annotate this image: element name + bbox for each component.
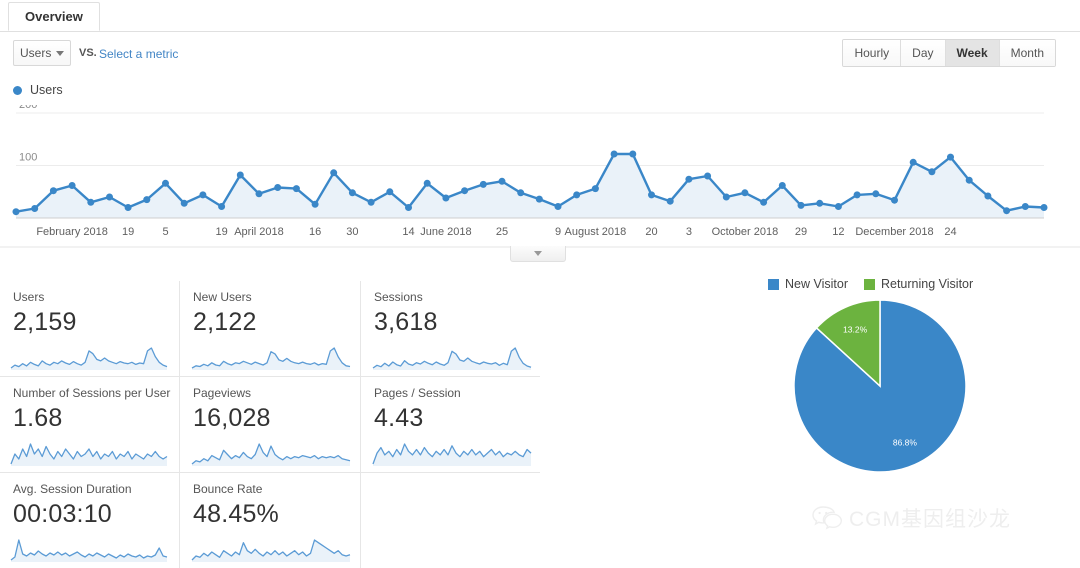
pie-chart-plot-area[interactable]: 86.8% 13.2%: [792, 298, 972, 483]
svg-text:25: 25: [496, 226, 508, 238]
metric-cards-row-2: Number of Sessions per User 1.68 Pagevie…: [0, 377, 540, 473]
svg-text:August 2018: August 2018: [565, 226, 627, 238]
metric-card-bounce-rate[interactable]: Bounce Rate 48.45%: [179, 473, 360, 568]
granularity-month-label: Month: [1010, 46, 1044, 60]
svg-text:29: 29: [795, 226, 807, 238]
metric-card-sessions-per-user[interactable]: Number of Sessions per User 1.68: [0, 377, 179, 472]
pie-legend-label-new-visitor: New Visitor: [785, 277, 848, 291]
wechat-icon: [812, 506, 842, 530]
metric-card-value: 16,028: [193, 404, 271, 432]
pie-legend-swatch-new-visitor: [768, 278, 779, 290]
tab-overview-label: Overview: [25, 9, 83, 24]
tab-bar: Overview: [0, 0, 1080, 32]
vs-label: VS.: [79, 47, 97, 59]
granularity-week-button[interactable]: Week: [945, 40, 1000, 66]
metric-cards-row-3: Avg. Session Duration 00:03:10 Bounce Ra…: [0, 473, 540, 568]
svg-text:30: 30: [346, 226, 358, 238]
metric-card-value: 2,159: [13, 308, 77, 336]
sparkline-sessions-per-user: [10, 443, 168, 466]
svg-text:20: 20: [645, 226, 657, 238]
granularity-hourly-button[interactable]: Hourly: [843, 40, 902, 66]
sparkline-users: [10, 347, 168, 370]
metric-card-label: Number of Sessions per User: [13, 386, 171, 400]
svg-text:19: 19: [122, 226, 134, 238]
svg-text:13.2%: 13.2%: [843, 324, 868, 334]
select-a-metric-link[interactable]: Select a metric: [99, 47, 178, 61]
granularity-day-label: Day: [912, 46, 934, 60]
legend-users-dot-icon: [13, 85, 22, 95]
new-vs-returning-visitor-chart: New Visitor Returning Visitor 86.8% 13.2%: [740, 272, 1080, 502]
chevron-down-icon: [56, 50, 64, 56]
metric-card-empty: [360, 473, 540, 568]
pie-legend: New Visitor Returning Visitor: [768, 277, 989, 291]
sparkline-new-users: [191, 347, 351, 370]
chevron-down-icon: [534, 251, 542, 256]
svg-text:5: 5: [162, 226, 168, 238]
chart-legend: Users: [13, 83, 63, 97]
pie-legend-swatch-returning-visitor: [863, 278, 875, 290]
metric-card-value: 2,122: [193, 308, 257, 336]
svg-text:86.8%: 86.8%: [893, 438, 918, 448]
metric-select-value: Users: [20, 46, 52, 60]
pie-chart-svg: 86.8% 13.2%: [793, 299, 967, 473]
metric-card-new-users[interactable]: New Users 2,122: [179, 281, 360, 376]
svg-text:14: 14: [402, 226, 414, 238]
metric-card-value: 1.68: [13, 404, 63, 432]
svg-text:3: 3: [686, 226, 692, 238]
legend-users-label: Users: [30, 83, 63, 97]
pie-legend-label-returning-visitor: Returning Visitor: [880, 277, 974, 291]
metric-card-value: 00:03:10: [13, 500, 112, 528]
svg-text:19: 19: [215, 226, 227, 238]
metric-card-value: 4.43: [374, 404, 424, 432]
granularity-week-label: Week: [956, 46, 988, 60]
granularity-day-button[interactable]: Day: [901, 40, 946, 66]
metric-card-label: Pages / Session: [374, 386, 461, 400]
svg-text:February 2018: February 2018: [36, 226, 108, 238]
granularity-button-group: Hourly Day Week Month: [842, 39, 1056, 67]
svg-text:April 2018: April 2018: [234, 226, 284, 238]
sparkline-bounce-rate: [191, 539, 351, 562]
users-over-time-chart: Users 100 200 February 2018 19 5 19 April 2018…: [0, 79, 1080, 257]
sparkline-avg-session-duration: [10, 539, 168, 562]
svg-text:16: 16: [309, 226, 321, 238]
metric-card-label: Pageviews: [193, 386, 252, 400]
metric-card-users[interactable]: Users 2,159: [0, 281, 179, 376]
svg-text:October 2018: October 2018: [712, 226, 779, 238]
metric-card-sessions[interactable]: Sessions 3,618: [360, 281, 540, 376]
watermark: CGM基因组沙龙: [812, 503, 1011, 533]
svg-text:100: 100: [19, 152, 37, 164]
metric-card-pageviews[interactable]: Pageviews 16,028: [179, 377, 360, 472]
line-chart-svg: 100 200 February 2018 19 5 19 April 2018 16 30 14…: [0, 105, 1080, 248]
tab-overview[interactable]: Overview: [8, 2, 100, 31]
chart-collapse-handle[interactable]: [510, 246, 566, 262]
metric-card-label: Sessions: [374, 290, 423, 304]
svg-text:24: 24: [944, 226, 956, 238]
svg-text:December 2018: December 2018: [855, 226, 933, 238]
sparkline-pageviews: [191, 443, 351, 466]
granularity-month-button[interactable]: Month: [999, 40, 1055, 66]
metric-card-label: Avg. Session Duration: [13, 482, 132, 496]
watermark-text: CGM基因组沙龙: [849, 508, 1011, 531]
metric-card-avg-session-duration[interactable]: Avg. Session Duration 00:03:10: [0, 473, 179, 568]
metric-card-value: 3,618: [374, 308, 438, 336]
svg-text:12: 12: [832, 226, 844, 238]
metric-cards-row-1: Users 2,159 New Users 2,122 Sessions 3,6…: [0, 281, 540, 377]
pie-legend-item-returning-visitor[interactable]: Returning Visitor: [863, 277, 974, 291]
line-chart-plot-area[interactable]: 100 200 February 2018 19 5 19 April 2018 16 30 14…: [0, 105, 1080, 257]
chart-controls-row: Users VS. Select a metric Hourly Day Wee…: [0, 31, 1080, 79]
metric-card-label: Bounce Rate: [193, 482, 263, 496]
metric-card-pages-per-session[interactable]: Pages / Session 4.43: [360, 377, 540, 472]
metric-select-dropdown[interactable]: Users: [13, 40, 71, 66]
sparkline-pages-per-session: [372, 443, 532, 466]
metric-card-label: Users: [13, 290, 45, 304]
sparkline-sessions: [372, 347, 532, 370]
svg-text:200: 200: [19, 105, 37, 111]
metric-card-label: New Users: [193, 290, 252, 304]
pie-legend-item-new-visitor[interactable]: New Visitor: [768, 277, 848, 291]
svg-text:June 2018: June 2018: [420, 226, 471, 238]
svg-text:9: 9: [555, 226, 561, 238]
metric-cards-grid: Users 2,159 New Users 2,122 Sessions 3,6…: [0, 281, 540, 568]
metric-card-value: 48.45%: [193, 500, 279, 528]
granularity-hourly-label: Hourly: [854, 46, 890, 60]
